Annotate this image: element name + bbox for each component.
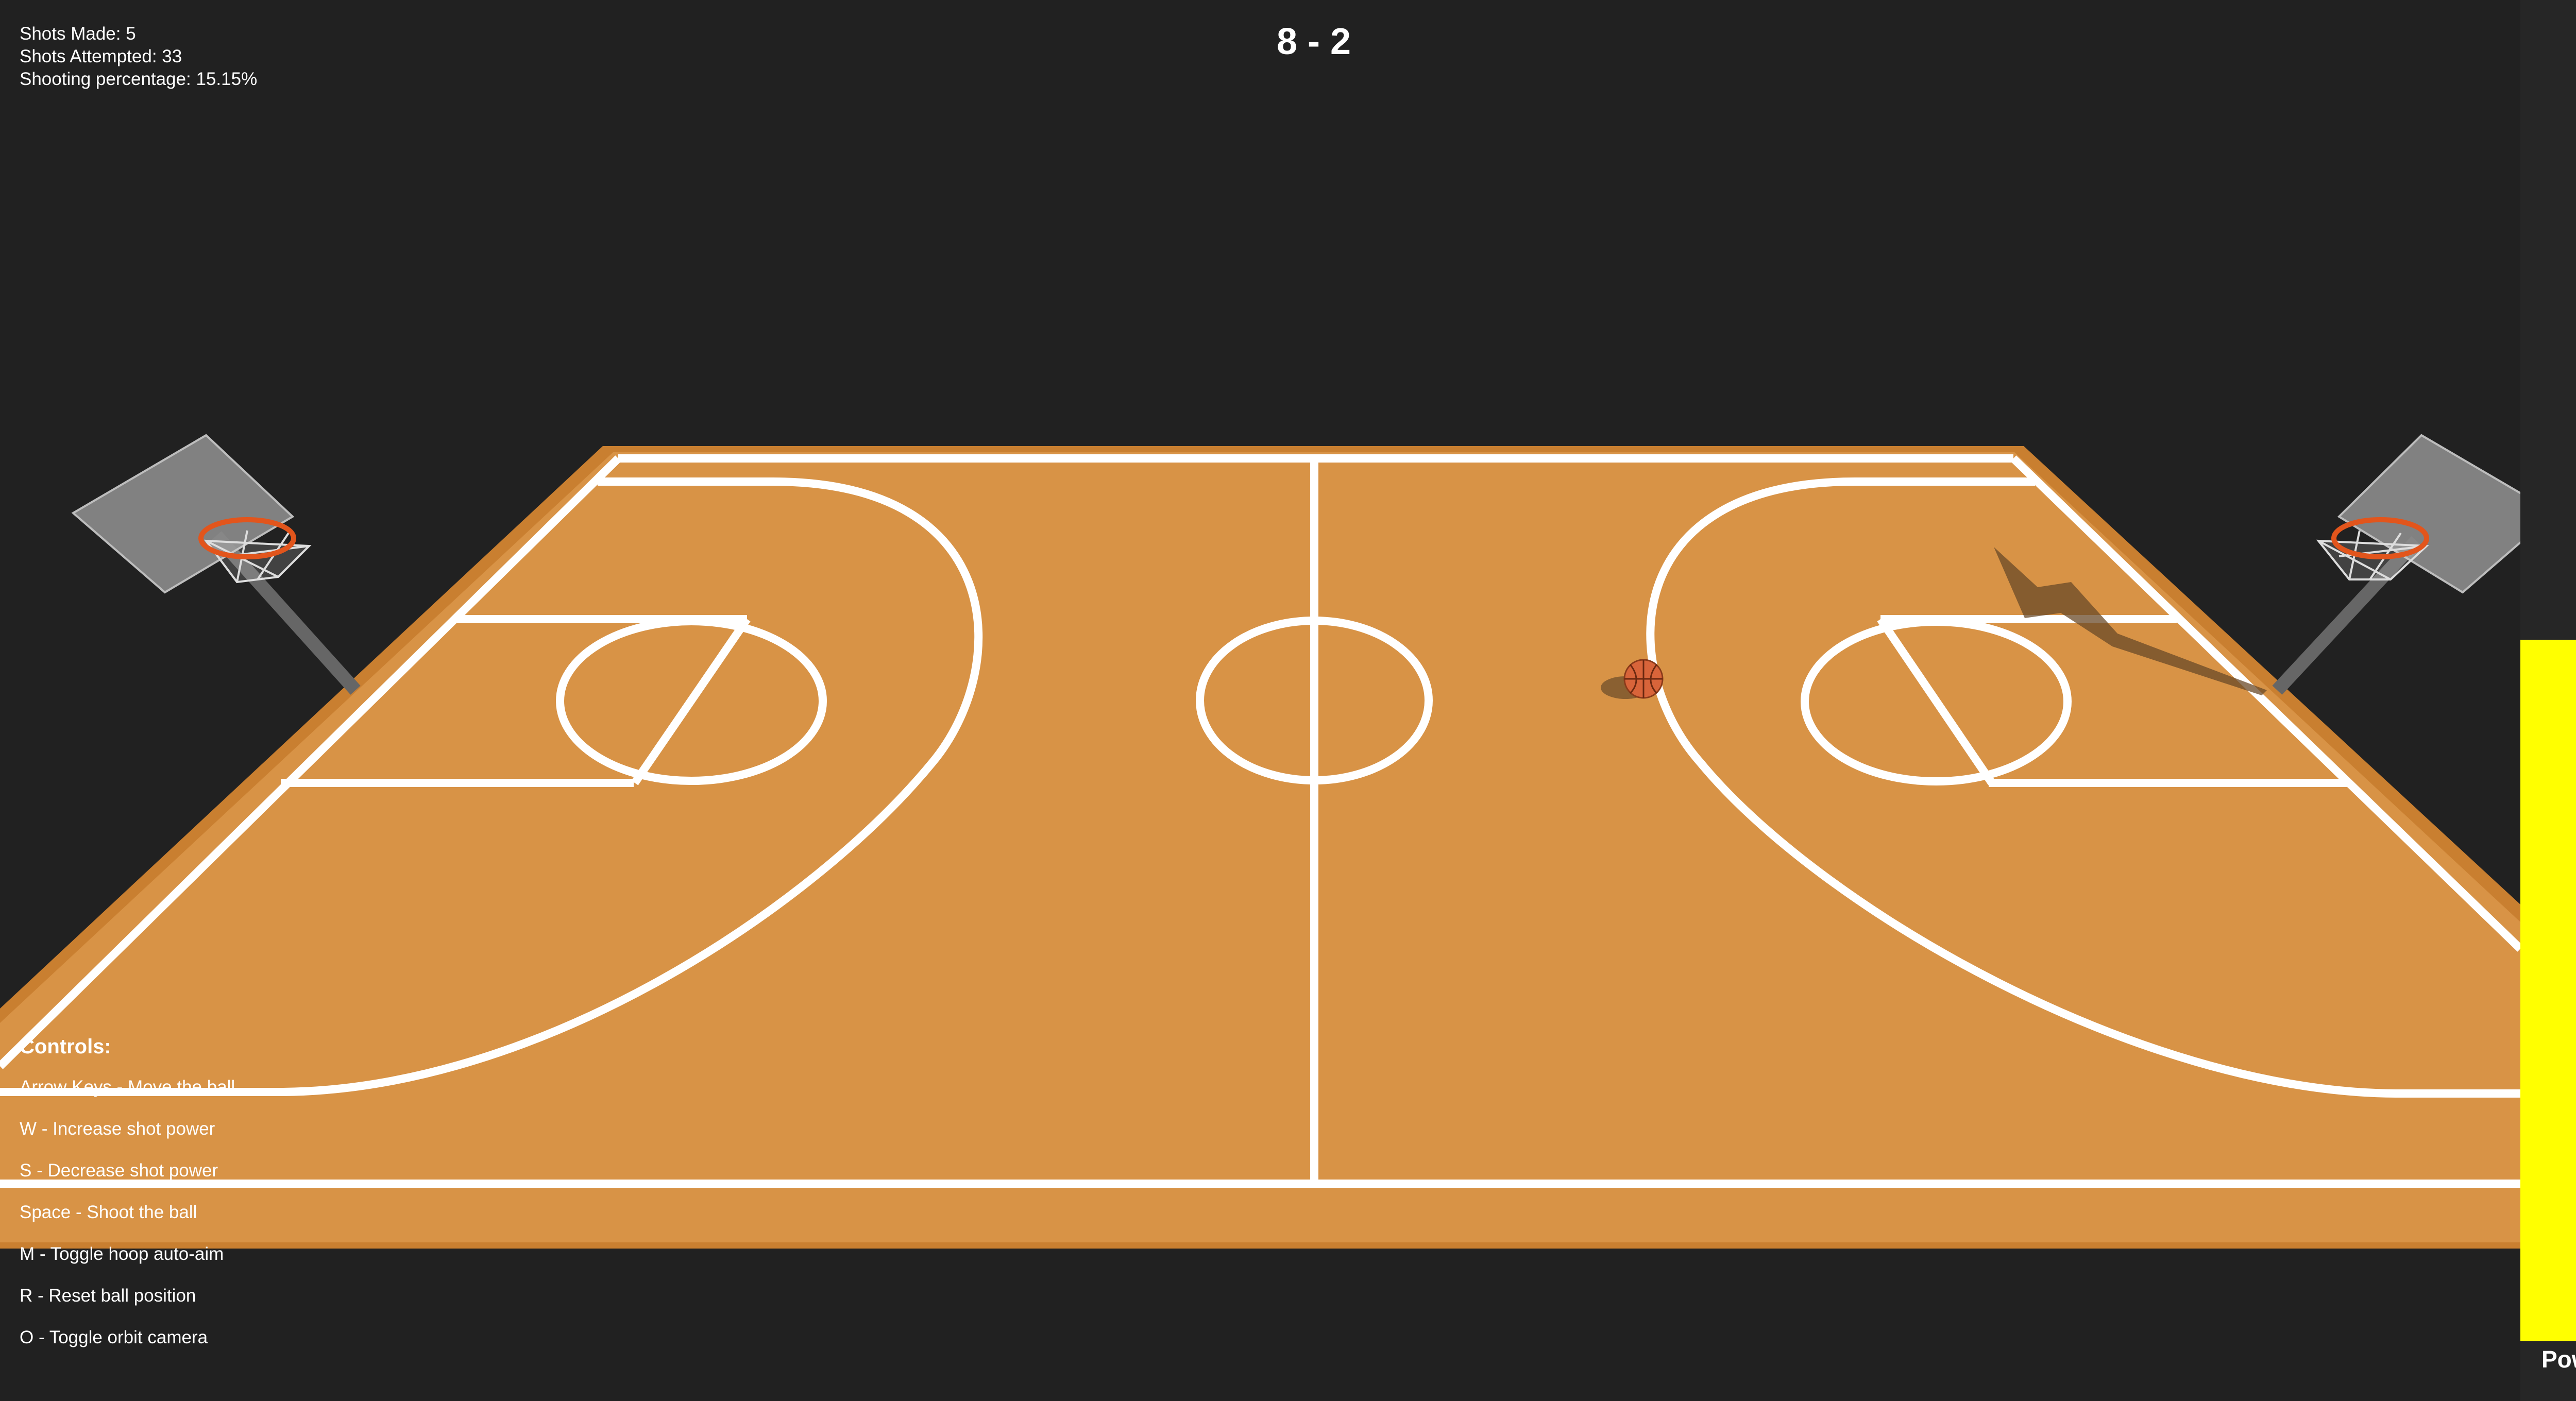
game-viewport[interactable]: Shots Made: 5 Shots Attempted: 33 Shooti…: [0, 0, 2576, 1401]
ball-seams: [1624, 660, 1663, 698]
shots-attempted: Shots Attempted: 33: [20, 46, 182, 66]
control-item: Arrow Keys - Move the ball: [20, 1077, 235, 1097]
right-hoop-icon: [2272, 434, 2520, 695]
control-item: S - Decrease shot power: [20, 1160, 218, 1181]
shooting-percentage: Shooting percentage: 15.15%: [20, 69, 258, 89]
shots-made: Shots Made: 5: [20, 24, 136, 44]
power-label: Power: [2541, 1346, 2576, 1373]
controls-title: Controls:: [20, 1035, 111, 1058]
control-item: R - Reset ball position: [20, 1286, 196, 1306]
controls-panel: Controls: Arrow Keys - Move the ball W -…: [20, 1035, 235, 1369]
court-scene[interactable]: [0, 0, 2520, 1401]
left-hoop-icon: [71, 434, 361, 695]
control-item: O - Toggle orbit camera: [20, 1327, 208, 1347]
scoreboard: 8 - 2: [1276, 21, 1351, 62]
control-item: Space - Shoot the ball: [20, 1202, 197, 1222]
stats-panel: Shots Made: 5 Shots Attempted: 33 Shooti…: [20, 23, 257, 91]
control-item: W - Increase shot power: [20, 1119, 215, 1139]
control-item: M - Toggle hoop auto-aim: [20, 1244, 224, 1264]
power-meter-fill: [2520, 640, 2576, 1341]
